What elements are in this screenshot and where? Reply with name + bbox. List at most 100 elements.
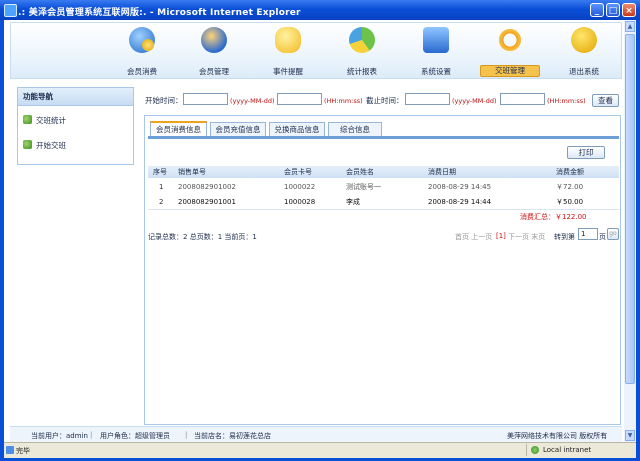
cell-member-name: 测试账号一 bbox=[346, 183, 381, 191]
end-time-input[interactable] bbox=[500, 93, 545, 105]
tab-summary-info[interactable]: 综合信息 bbox=[328, 122, 382, 136]
tab-member-recharge[interactable]: 会员充值信息 bbox=[210, 122, 266, 136]
table-row[interactable]: 1 2008082901002 1000022 测试账号一 2008-08-29… bbox=[148, 180, 619, 194]
nav-label: 系统设置 bbox=[421, 67, 451, 76]
pages-label: 总页数： bbox=[187, 233, 218, 241]
cell-amount: ￥72.00 bbox=[556, 183, 584, 191]
end-date-input[interactable] bbox=[405, 93, 450, 105]
cell-amount: ￥50.00 bbox=[556, 198, 584, 206]
start-time-label: 开始时间： bbox=[145, 96, 183, 105]
end-date-hint: (yyyy-MM-dd) bbox=[452, 97, 497, 105]
table-row[interactable]: 2 2008082901001 1000028 李成 2008-08-29 14… bbox=[148, 195, 619, 209]
tab-member-consume[interactable]: 会员消费信息 bbox=[150, 121, 207, 136]
footer-separator: | bbox=[90, 431, 93, 439]
print-button[interactable]: 打印 bbox=[567, 146, 605, 159]
sidebar-item-shift-stats[interactable]: 交班统计 bbox=[23, 114, 66, 128]
cell-card-no: 1000022 bbox=[284, 183, 316, 191]
end-time-label: 截止时间： bbox=[366, 96, 404, 105]
settings-monitor-icon bbox=[423, 27, 449, 53]
status-divider bbox=[526, 444, 527, 456]
status-bar: 完毕 Local intranet bbox=[4, 442, 636, 458]
sidebar: 功能导航 交班统计 开始交班 bbox=[17, 87, 134, 165]
cell-index: 2 bbox=[159, 198, 164, 206]
window-title: .: 美泽会员管理系统互联网版:. - Microsoft Internet E… bbox=[18, 8, 301, 18]
nav-system-settings[interactable]: 系统设置 bbox=[406, 23, 466, 79]
nav-label: 交班管理 bbox=[480, 65, 540, 77]
nav-member-consume[interactable]: 会员消费 bbox=[112, 23, 172, 79]
col-amount: 消费金额 bbox=[556, 168, 584, 176]
col-index: 序号 bbox=[153, 168, 167, 176]
cell-member-name: 李成 bbox=[346, 198, 360, 206]
copyright: 美萍网络技术有限公司 版权所有 bbox=[507, 432, 608, 440]
minimize-button[interactable]: _ bbox=[590, 3, 604, 17]
end-time-hint: (HH:mm:ss) bbox=[547, 97, 586, 105]
page-unit-label: 页 bbox=[599, 233, 606, 241]
nav-shift-manage[interactable]: 交班管理 bbox=[480, 23, 540, 79]
refresh-arrows-icon bbox=[497, 27, 523, 53]
go-button[interactable]: go bbox=[607, 228, 619, 240]
scroll-thumb[interactable] bbox=[625, 34, 635, 384]
col-sale-no: 销售单号 bbox=[178, 168, 206, 176]
start-time-hint: (HH:mm:ss) bbox=[324, 97, 363, 105]
scroll-up-arrow-icon[interactable]: ▲ bbox=[625, 21, 635, 32]
nav-label: 统计报表 bbox=[347, 67, 377, 76]
nav-label: 事件提醒 bbox=[273, 67, 303, 76]
title-bar: .: 美泽会员管理系统互联网版:. - Microsoft Internet E… bbox=[0, 0, 640, 20]
gear-icon bbox=[23, 115, 32, 124]
col-date: 消费日期 bbox=[428, 168, 456, 176]
current-role: 用户角色：超级管理员 bbox=[100, 432, 170, 440]
nav-statistics[interactable]: 统计报表 bbox=[332, 23, 392, 79]
current-value: 1 bbox=[252, 233, 257, 241]
power-icon bbox=[571, 27, 597, 53]
status-text: 完毕 bbox=[16, 447, 30, 455]
start-date-input[interactable] bbox=[183, 93, 228, 105]
cell-date: 2008-08-29 14:45 bbox=[428, 183, 492, 191]
start-date-hint: (yyyy-MM-dd) bbox=[230, 97, 275, 105]
consume-summary: 消费汇总：￥122.00 bbox=[520, 213, 587, 221]
cell-date: 2008-08-29 14:44 bbox=[428, 198, 492, 206]
cell-sale-no: 2008082901002 bbox=[178, 183, 236, 191]
nav-label: 会员管理 bbox=[199, 67, 229, 76]
window-frame-right bbox=[636, 20, 640, 461]
tab-underline bbox=[148, 136, 619, 139]
sidebar-header: 功能导航 bbox=[18, 88, 133, 106]
row-divider bbox=[148, 209, 619, 210]
tab-redeem-goods[interactable]: 兑换商品信息 bbox=[269, 122, 325, 136]
pie-chart-icon bbox=[349, 27, 375, 53]
cell-sale-no: 2008082901001 bbox=[178, 198, 236, 206]
vertical-scrollbar[interactable]: ▲ ▼ bbox=[624, 20, 636, 442]
chat-bubbles-icon bbox=[275, 27, 301, 53]
current-store: 当前店名：易初莲花总店 bbox=[194, 432, 271, 440]
maximize-button[interactable]: □ bbox=[606, 3, 620, 17]
nav-event-reminder[interactable]: 事件提醒 bbox=[258, 23, 318, 79]
scroll-down-arrow-icon[interactable]: ▼ bbox=[625, 430, 635, 441]
nav-label: 会员消费 bbox=[127, 67, 157, 76]
current-label: 当前页： bbox=[222, 233, 253, 241]
col-card-no: 会员卡号 bbox=[284, 168, 312, 176]
goto-page-input[interactable]: 1 bbox=[578, 228, 598, 240]
goto-label: 转到第 bbox=[554, 233, 575, 241]
nav-exit[interactable]: 退出系统 bbox=[554, 23, 614, 79]
footer-bar: 当前用户：admin | 用户角色：超级管理员 | 当前店名：易初莲花总店 美萍… bbox=[10, 426, 622, 443]
record-info: 记录总数：2 总页数：1 当前页：1 bbox=[148, 232, 257, 242]
users-icon bbox=[201, 27, 227, 53]
col-member-name: 会员姓名 bbox=[346, 168, 374, 176]
cell-index: 1 bbox=[159, 183, 164, 191]
footer-separator: | bbox=[185, 431, 188, 439]
top-navigation: 会员消费 会员管理 事件提醒 统计报表 系统设置 交班管理 退出系统 bbox=[10, 22, 622, 79]
nav-member-manage[interactable]: 会员管理 bbox=[184, 23, 244, 79]
sidebar-item-label: 交班统计 bbox=[36, 116, 66, 125]
page-done-icon bbox=[6, 446, 14, 454]
close-button[interactable]: × bbox=[622, 3, 636, 17]
pager-first-prev-link[interactable]: 首页 上一页 bbox=[455, 232, 492, 242]
pager-next-last-link[interactable]: 下一页 末页 bbox=[508, 232, 545, 242]
sidebar-item-start-shift[interactable]: 开始交班 bbox=[23, 139, 66, 153]
coin-icon bbox=[142, 39, 154, 51]
query-button[interactable]: 查看 bbox=[592, 94, 619, 107]
main-panel bbox=[144, 115, 621, 425]
table-header: 序号 销售单号 会员卡号 会员姓名 消费日期 消费金额 bbox=[148, 166, 619, 178]
nav-label: 退出系统 bbox=[569, 67, 599, 76]
start-time-input[interactable] bbox=[277, 93, 322, 105]
sidebar-item-label: 开始交班 bbox=[36, 141, 66, 150]
current-user: 当前用户：admin bbox=[31, 432, 88, 440]
